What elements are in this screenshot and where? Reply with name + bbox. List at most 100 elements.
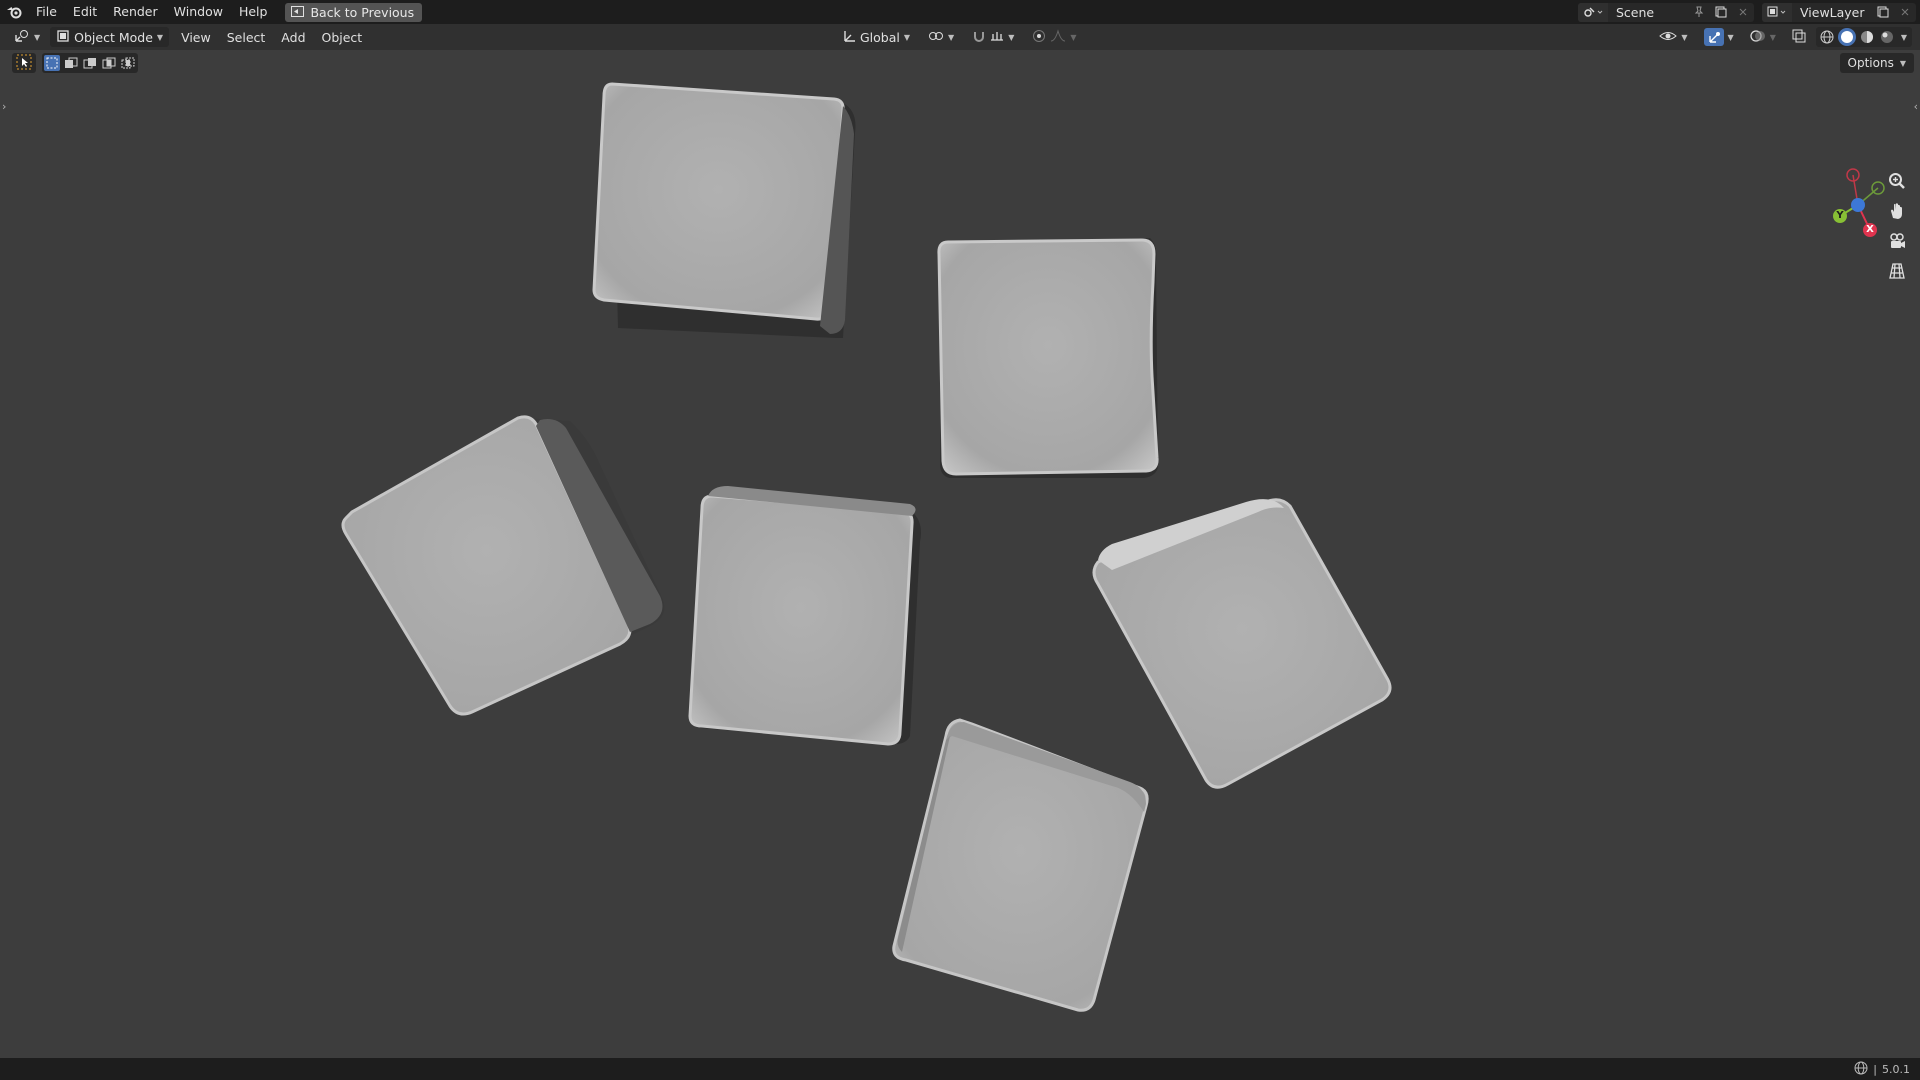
options-label: Options — [1847, 56, 1894, 70]
proportional-editing-icon[interactable] — [1032, 29, 1046, 46]
chevron-down-icon: ▼ — [1899, 58, 1906, 68]
divider: | — [1873, 1063, 1877, 1076]
new-view-layer-icon[interactable] — [1872, 3, 1894, 22]
select-intersect-icon[interactable] — [120, 55, 136, 71]
object-mode-icon — [56, 29, 70, 46]
select-cursor-icon — [16, 54, 32, 73]
pivot-point-selector[interactable]: ▼ — [922, 27, 960, 47]
new-scene-icon[interactable] — [1710, 3, 1732, 22]
proportional-editing-controls[interactable]: ▼ — [1026, 27, 1082, 47]
overlays-toggle[interactable]: ▼ — [1744, 27, 1782, 47]
cube-object[interactable] — [937, 238, 1159, 478]
tool-settings-row: Options ▼ — [0, 50, 1920, 76]
3d-viewport[interactable]: › ‹ X Y Z — [0, 76, 1920, 1058]
cube-object[interactable] — [688, 486, 921, 746]
viewport-header: ▼ Object Mode ▼ View Select Add Object G… — [0, 24, 1920, 50]
scene-objects — [341, 82, 1392, 1012]
menu-edit[interactable]: Edit — [65, 0, 105, 24]
active-tool-button[interactable] — [12, 53, 36, 73]
cube-object[interactable] — [592, 82, 856, 338]
back-to-previous-label: Back to Previous — [310, 4, 415, 20]
select-new-icon[interactable] — [44, 55, 60, 71]
material-shading-icon[interactable] — [1858, 28, 1876, 46]
cube-object[interactable] — [341, 415, 665, 716]
overlays-icon[interactable] — [1750, 29, 1766, 46]
delete-view-layer-icon[interactable] — [1894, 3, 1916, 22]
transform-controls: Global ▼ ▼ ▼ ▼ — [836, 27, 1083, 47]
shading-modes: ▼ — [1815, 27, 1912, 47]
menu-window[interactable]: Window — [166, 0, 231, 24]
chevron-down-icon: ▼ — [1727, 32, 1734, 42]
globe-icon — [1854, 1061, 1868, 1078]
select-extend-icon[interactable] — [63, 55, 79, 71]
chevron-down-icon: ▼ — [156, 32, 164, 42]
chevron-down-icon: ▼ — [1681, 32, 1688, 42]
viewport-editor-icon — [14, 29, 30, 46]
cube-object[interactable] — [892, 718, 1149, 1012]
status-bar: | 5.0.1 — [0, 1058, 1920, 1080]
xray-icon[interactable] — [1792, 29, 1806, 46]
editor-type-selector[interactable]: ▼ — [8, 27, 46, 47]
rendered-shading-icon[interactable] — [1878, 28, 1896, 46]
delete-scene-icon[interactable] — [1732, 3, 1754, 22]
viewport-display-controls: ▼ ▼ ▼ ▼ — [1653, 27, 1912, 47]
chevron-down-icon: ▼ — [1070, 32, 1077, 42]
pin-scene-icon[interactable] — [1688, 3, 1710, 22]
selection-mode-group — [42, 53, 138, 73]
gizmo-y-label: Y — [1836, 210, 1844, 221]
menu-view[interactable]: View — [175, 27, 217, 47]
chevron-down-icon: ▼ — [1008, 32, 1015, 42]
menu-select[interactable]: Select — [221, 27, 272, 47]
transform-orientation-label: Global — [860, 29, 900, 45]
menu-add[interactable]: Add — [275, 27, 311, 47]
object-visibility-selector[interactable]: ▼ — [1653, 27, 1693, 47]
chevron-down-icon: ▼ — [903, 32, 911, 42]
chevron-down-icon: ▼ — [1769, 32, 1776, 42]
gizmo-z-label: Z — [1854, 199, 1862, 209]
wireframe-shading-icon[interactable] — [1818, 28, 1836, 46]
back-screen-icon — [291, 5, 305, 20]
select-invert-icon[interactable] — [101, 55, 117, 71]
scene-icon[interactable] — [1578, 2, 1608, 22]
menu-object[interactable]: Object — [316, 27, 369, 47]
menu-file[interactable]: File — [28, 0, 65, 24]
mode-label: Object Mode — [74, 29, 153, 45]
eye-icon — [1659, 29, 1678, 46]
xray-toggle[interactable] — [1786, 27, 1812, 47]
mode-selector[interactable]: Object Mode ▼ — [50, 27, 170, 47]
gizmo-icon[interactable] — [1703, 28, 1724, 46]
orthographic-grid-icon[interactable] — [1884, 258, 1910, 284]
cube-object[interactable] — [1092, 498, 1392, 789]
menu-help[interactable]: Help — [231, 0, 276, 24]
view-layer-selector[interactable]: ViewLayer — [1762, 2, 1916, 22]
chevron-down-icon[interactable]: ▼ — [1898, 33, 1910, 42]
pivot-link-icon — [928, 29, 944, 46]
options-dropdown[interactable]: Options ▼ — [1839, 53, 1914, 73]
orientation-axes-icon — [842, 29, 856, 46]
scene-selector[interactable]: Scene — [1578, 2, 1754, 22]
solid-shading-icon[interactable] — [1837, 28, 1856, 46]
falloff-curve-icon[interactable] — [1050, 28, 1066, 46]
transform-orientation-selector[interactable]: Global ▼ — [836, 27, 916, 47]
select-subtract-icon[interactable] — [82, 55, 98, 71]
menu-render[interactable]: Render — [105, 0, 166, 24]
version-number: 5.0.1 — [1882, 1063, 1910, 1076]
top-bar: File Edit Render Window Help Back to Pre… — [0, 0, 1920, 24]
snapping-controls[interactable]: ▼ — [966, 27, 1020, 47]
view-layer-icon[interactable] — [1762, 2, 1792, 22]
scene-name[interactable]: Scene — [1608, 5, 1688, 20]
gizmo-toggle[interactable]: ▼ — [1698, 27, 1740, 47]
snap-magnet-icon[interactable] — [972, 29, 986, 46]
pan-hand-icon[interactable] — [1884, 198, 1910, 224]
snap-increment-icon[interactable] — [990, 29, 1004, 46]
blender-logo-icon[interactable] — [0, 0, 28, 24]
chevron-down-icon: ▼ — [34, 32, 41, 42]
version-info: | 5.0.1 — [1854, 1061, 1910, 1078]
view-layer-name[interactable]: ViewLayer — [1792, 5, 1872, 20]
camera-view-icon[interactable] — [1884, 228, 1910, 254]
blender-window: File Edit Render Window Help Back to Pre… — [0, 0, 1920, 1080]
gizmo-x-label: X — [1866, 224, 1874, 235]
zoom-icon[interactable] — [1884, 168, 1910, 194]
back-to-previous-button[interactable]: Back to Previous — [285, 2, 423, 22]
chevron-down-icon: ▼ — [948, 32, 955, 42]
